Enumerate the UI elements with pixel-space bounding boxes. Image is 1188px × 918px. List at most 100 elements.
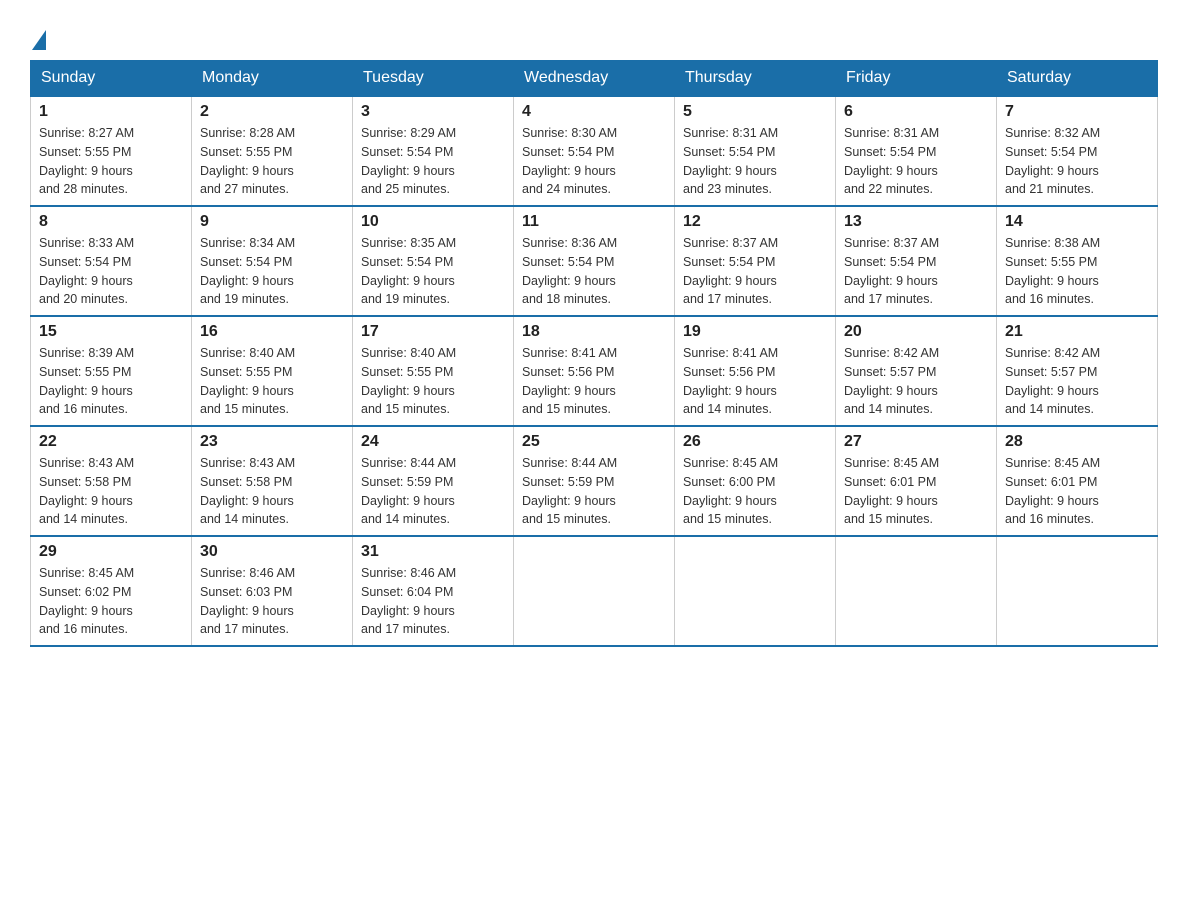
day-info: Sunrise: 8:45 AM Sunset: 6:01 PM Dayligh… <box>1005 454 1149 529</box>
calendar-cell: 4 Sunrise: 8:30 AM Sunset: 5:54 PM Dayli… <box>514 96 675 206</box>
sunrise-label: Sunrise: 8:27 AM <box>39 126 134 140</box>
sunrise-label: Sunrise: 8:46 AM <box>361 566 456 580</box>
daylight-label: Daylight: 9 hours <box>200 274 294 288</box>
daylight-label: Daylight: 9 hours <box>683 384 777 398</box>
day-info: Sunrise: 8:32 AM Sunset: 5:54 PM Dayligh… <box>1005 124 1149 199</box>
day-number: 23 <box>200 433 344 451</box>
daylight-label: Daylight: 9 hours <box>683 164 777 178</box>
calendar-cell: 9 Sunrise: 8:34 AM Sunset: 5:54 PM Dayli… <box>192 206 353 316</box>
calendar-cell: 21 Sunrise: 8:42 AM Sunset: 5:57 PM Dayl… <box>997 316 1158 426</box>
day-info: Sunrise: 8:45 AM Sunset: 6:00 PM Dayligh… <box>683 454 827 529</box>
sunrise-label: Sunrise: 8:44 AM <box>361 456 456 470</box>
daylight-label: Daylight: 9 hours <box>361 494 455 508</box>
day-number: 13 <box>844 213 988 231</box>
sunset-label: Sunset: 5:54 PM <box>844 145 936 159</box>
calendar-cell: 14 Sunrise: 8:38 AM Sunset: 5:55 PM Dayl… <box>997 206 1158 316</box>
day-number: 22 <box>39 433 183 451</box>
daylight-minutes: and 19 minutes. <box>200 292 289 306</box>
daylight-minutes: and 28 minutes. <box>39 182 128 196</box>
calendar-cell: 31 Sunrise: 8:46 AM Sunset: 6:04 PM Dayl… <box>353 536 514 646</box>
sunset-label: Sunset: 5:59 PM <box>522 475 614 489</box>
daylight-label: Daylight: 9 hours <box>844 494 938 508</box>
day-info: Sunrise: 8:28 AM Sunset: 5:55 PM Dayligh… <box>200 124 344 199</box>
sunset-label: Sunset: 5:54 PM <box>200 255 292 269</box>
sunset-label: Sunset: 5:56 PM <box>522 365 614 379</box>
sunrise-label: Sunrise: 8:40 AM <box>361 346 456 360</box>
day-number: 28 <box>1005 433 1149 451</box>
day-number: 4 <box>522 103 666 121</box>
calendar-week-row-1: 1 Sunrise: 8:27 AM Sunset: 5:55 PM Dayli… <box>31 96 1158 206</box>
day-info: Sunrise: 8:44 AM Sunset: 5:59 PM Dayligh… <box>361 454 505 529</box>
daylight-minutes: and 14 minutes. <box>844 402 933 416</box>
calendar-cell: 24 Sunrise: 8:44 AM Sunset: 5:59 PM Dayl… <box>353 426 514 536</box>
day-info: Sunrise: 8:35 AM Sunset: 5:54 PM Dayligh… <box>361 234 505 309</box>
calendar-cell <box>514 536 675 646</box>
weekday-header-saturday: Saturday <box>997 61 1158 97</box>
day-number: 21 <box>1005 323 1149 341</box>
sunrise-label: Sunrise: 8:45 AM <box>683 456 778 470</box>
daylight-minutes: and 19 minutes. <box>361 292 450 306</box>
day-number: 17 <box>361 323 505 341</box>
sunset-label: Sunset: 6:00 PM <box>683 475 775 489</box>
calendar-cell: 16 Sunrise: 8:40 AM Sunset: 5:55 PM Dayl… <box>192 316 353 426</box>
sunrise-label: Sunrise: 8:28 AM <box>200 126 295 140</box>
calendar-cell: 19 Sunrise: 8:41 AM Sunset: 5:56 PM Dayl… <box>675 316 836 426</box>
daylight-label: Daylight: 9 hours <box>39 494 133 508</box>
daylight-label: Daylight: 9 hours <box>1005 274 1099 288</box>
daylight-label: Daylight: 9 hours <box>39 604 133 618</box>
day-info: Sunrise: 8:27 AM Sunset: 5:55 PM Dayligh… <box>39 124 183 199</box>
calendar-week-row-4: 22 Sunrise: 8:43 AM Sunset: 5:58 PM Dayl… <box>31 426 1158 536</box>
day-info: Sunrise: 8:43 AM Sunset: 5:58 PM Dayligh… <box>39 454 183 529</box>
day-info: Sunrise: 8:33 AM Sunset: 5:54 PM Dayligh… <box>39 234 183 309</box>
daylight-minutes: and 17 minutes. <box>361 622 450 636</box>
sunrise-label: Sunrise: 8:45 AM <box>844 456 939 470</box>
daylight-minutes: and 16 minutes. <box>39 402 128 416</box>
calendar-cell <box>836 536 997 646</box>
daylight-label: Daylight: 9 hours <box>361 604 455 618</box>
sunset-label: Sunset: 5:54 PM <box>683 255 775 269</box>
sunset-label: Sunset: 5:54 PM <box>1005 145 1097 159</box>
day-number: 12 <box>683 213 827 231</box>
sunset-label: Sunset: 5:58 PM <box>200 475 292 489</box>
daylight-label: Daylight: 9 hours <box>361 164 455 178</box>
weekday-header-row: SundayMondayTuesdayWednesdayThursdayFrid… <box>31 61 1158 97</box>
daylight-minutes: and 16 minutes. <box>1005 292 1094 306</box>
calendar-cell: 15 Sunrise: 8:39 AM Sunset: 5:55 PM Dayl… <box>31 316 192 426</box>
calendar-cell: 12 Sunrise: 8:37 AM Sunset: 5:54 PM Dayl… <box>675 206 836 316</box>
sunset-label: Sunset: 6:01 PM <box>1005 475 1097 489</box>
day-info: Sunrise: 8:46 AM Sunset: 6:04 PM Dayligh… <box>361 564 505 639</box>
day-number: 18 <box>522 323 666 341</box>
calendar-cell: 18 Sunrise: 8:41 AM Sunset: 5:56 PM Dayl… <box>514 316 675 426</box>
daylight-label: Daylight: 9 hours <box>522 384 616 398</box>
day-number: 31 <box>361 543 505 561</box>
sunset-label: Sunset: 6:02 PM <box>39 585 131 599</box>
day-number: 5 <box>683 103 827 121</box>
day-info: Sunrise: 8:42 AM Sunset: 5:57 PM Dayligh… <box>1005 344 1149 419</box>
day-info: Sunrise: 8:37 AM Sunset: 5:54 PM Dayligh… <box>844 234 988 309</box>
daylight-minutes: and 14 minutes. <box>361 512 450 526</box>
daylight-minutes: and 17 minutes. <box>200 622 289 636</box>
daylight-label: Daylight: 9 hours <box>522 274 616 288</box>
sunrise-label: Sunrise: 8:33 AM <box>39 236 134 250</box>
daylight-minutes: and 14 minutes. <box>200 512 289 526</box>
daylight-minutes: and 27 minutes. <box>200 182 289 196</box>
calendar-cell: 28 Sunrise: 8:45 AM Sunset: 6:01 PM Dayl… <box>997 426 1158 536</box>
calendar-cell: 26 Sunrise: 8:45 AM Sunset: 6:00 PM Dayl… <box>675 426 836 536</box>
day-number: 1 <box>39 103 183 121</box>
sunset-label: Sunset: 5:54 PM <box>39 255 131 269</box>
calendar-week-row-2: 8 Sunrise: 8:33 AM Sunset: 5:54 PM Dayli… <box>31 206 1158 316</box>
sunrise-label: Sunrise: 8:38 AM <box>1005 236 1100 250</box>
day-info: Sunrise: 8:42 AM Sunset: 5:57 PM Dayligh… <box>844 344 988 419</box>
sunrise-label: Sunrise: 8:31 AM <box>844 126 939 140</box>
day-info: Sunrise: 8:34 AM Sunset: 5:54 PM Dayligh… <box>200 234 344 309</box>
day-number: 20 <box>844 323 988 341</box>
sunrise-label: Sunrise: 8:37 AM <box>844 236 939 250</box>
sunset-label: Sunset: 6:04 PM <box>361 585 453 599</box>
sunset-label: Sunset: 5:54 PM <box>361 145 453 159</box>
daylight-minutes: and 14 minutes. <box>39 512 128 526</box>
sunset-label: Sunset: 6:03 PM <box>200 585 292 599</box>
calendar-cell: 10 Sunrise: 8:35 AM Sunset: 5:54 PM Dayl… <box>353 206 514 316</box>
day-number: 11 <box>522 213 666 231</box>
calendar-cell: 20 Sunrise: 8:42 AM Sunset: 5:57 PM Dayl… <box>836 316 997 426</box>
daylight-minutes: and 15 minutes. <box>200 402 289 416</box>
